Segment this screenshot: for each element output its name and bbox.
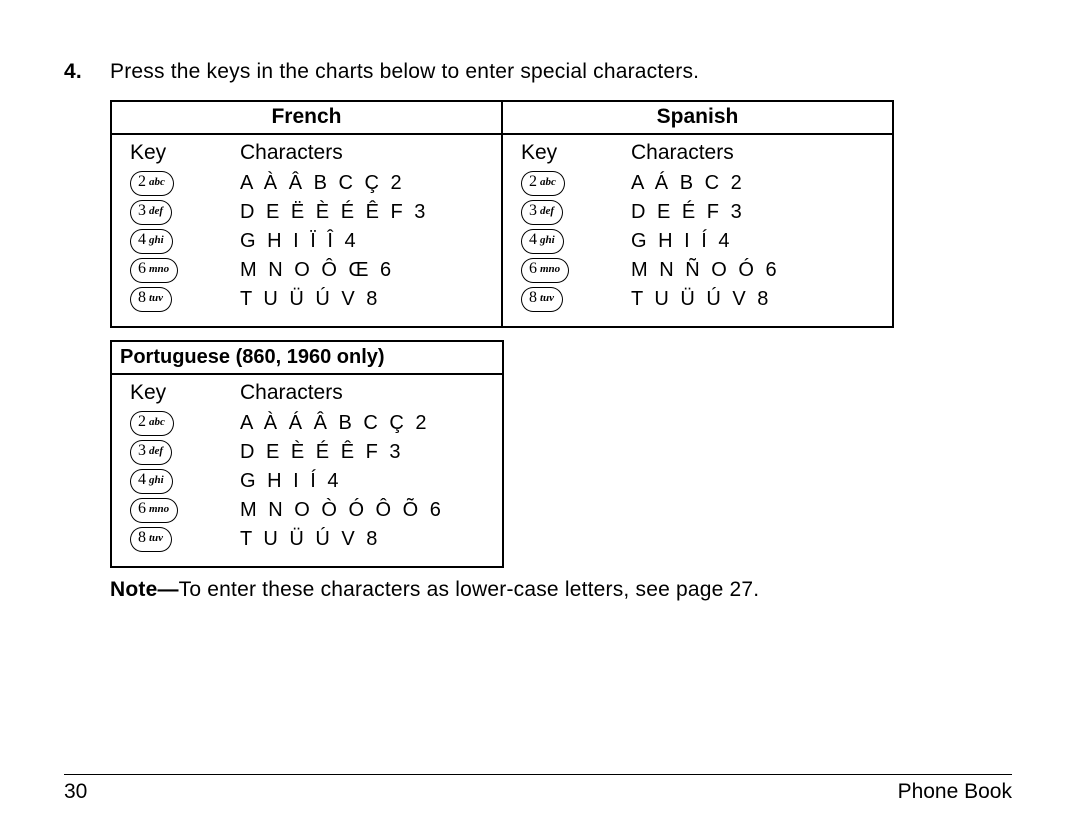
table-row: 6mno M N O Ò Ó Ô Õ 6 [130,498,492,523]
characters-cell: D E É F 3 [631,201,745,224]
table-row: 8tuv T U Ü Ú V 8 [130,287,491,312]
characters-cell: T U Ü Ú V 8 [240,288,380,311]
page-number: 30 [64,780,87,804]
table-row: 8tuv T U Ü Ú V 8 [521,287,882,312]
characters-cell: T U Ü Ú V 8 [631,288,771,311]
header-key: Key [130,141,240,165]
key-3-icon: 3def [521,200,563,225]
key-2-icon: 2abc [130,171,174,196]
table-row: 4ghi G H I Í 4 [521,229,882,254]
header-characters: Characters [631,141,734,165]
key-4-icon: 4ghi [130,469,173,494]
characters-cell: M N O Ô Œ 6 [240,259,394,282]
key-4-icon: 4ghi [521,229,564,254]
characters-cell: A À Â B C Ç 2 [240,172,405,195]
characters-cell: D E È É Ê F 3 [240,441,403,464]
table-row: 2abc A Á B C 2 [521,171,882,196]
header-key: Key [521,141,631,165]
key-3-icon: 3def [130,440,172,465]
step-number: 4. [64,58,110,86]
header-key: Key [130,381,240,405]
top-charts: French Key Characters 2abc A À Â B C Ç 2… [110,100,894,328]
key-2-icon: 2abc [521,171,565,196]
section-name: Phone Book [898,780,1012,804]
characters-cell: G H I Í 4 [631,230,732,253]
key-6-icon: 6mno [130,258,178,283]
table-row: 4ghi G H I Ï Î 4 [130,229,491,254]
key-8-icon: 8tuv [130,287,172,312]
table-row: 6mno M N Ñ O Ó 6 [521,258,882,283]
table-row: 6mno M N O Ô Œ 6 [130,258,491,283]
key-4-icon: 4ghi [130,229,173,254]
note-text: To enter these characters as lower-case … [179,578,760,601]
header-characters: Characters [240,381,343,405]
note-line: Note—To enter these characters as lower-… [110,576,1012,604]
column-headers: Key Characters [130,381,492,405]
table-row: 3def D E É F 3 [521,200,882,225]
portuguese-title: Portuguese (860, 1960 only) [112,342,502,375]
header-characters: Characters [240,141,343,165]
table-row: 2abc A À Á Â B C Ç 2 [130,411,492,436]
table-row: 4ghi G H I Í 4 [130,469,492,494]
step-text: Press the keys in the charts below to en… [110,58,699,86]
characters-cell: A Á B C 2 [631,172,745,195]
characters-cell: M N O Ò Ó Ô Õ 6 [240,499,444,522]
key-6-icon: 6mno [130,498,178,523]
key-6-icon: 6mno [521,258,569,283]
french-title: French [112,102,501,135]
characters-cell: G H I Í 4 [240,470,341,493]
note-label: Note— [110,578,179,601]
column-headers: Key Characters [521,141,882,165]
table-row: 3def D E Ë È É Ê F 3 [130,200,491,225]
spanish-title: Spanish [503,102,892,135]
spanish-block: Spanish Key Characters 2abc A Á B C 2 3d… [503,102,892,326]
key-3-icon: 3def [130,200,172,225]
characters-cell: G H I Ï Î 4 [240,230,359,253]
characters-cell: D E Ë È É Ê F 3 [240,201,428,224]
table-row: 3def D E È É Ê F 3 [130,440,492,465]
characters-cell: M N Ñ O Ó 6 [631,259,780,282]
french-block: French Key Characters 2abc A À Â B C Ç 2… [112,102,503,326]
key-8-icon: 8tuv [521,287,563,312]
table-row: 8tuv T U Ü Ú V 8 [130,527,492,552]
characters-cell: T U Ü Ú V 8 [240,528,380,551]
key-2-icon: 2abc [130,411,174,436]
instruction-line: 4. Press the keys in the charts below to… [64,58,1012,86]
characters-cell: A À Á Â B C Ç 2 [240,412,430,435]
portuguese-block: Portuguese (860, 1960 only) Key Characte… [110,340,504,568]
table-row: 2abc A À Â B C Ç 2 [130,171,491,196]
key-8-icon: 8tuv [130,527,172,552]
page-footer: 30 Phone Book [64,774,1012,804]
column-headers: Key Characters [130,141,491,165]
